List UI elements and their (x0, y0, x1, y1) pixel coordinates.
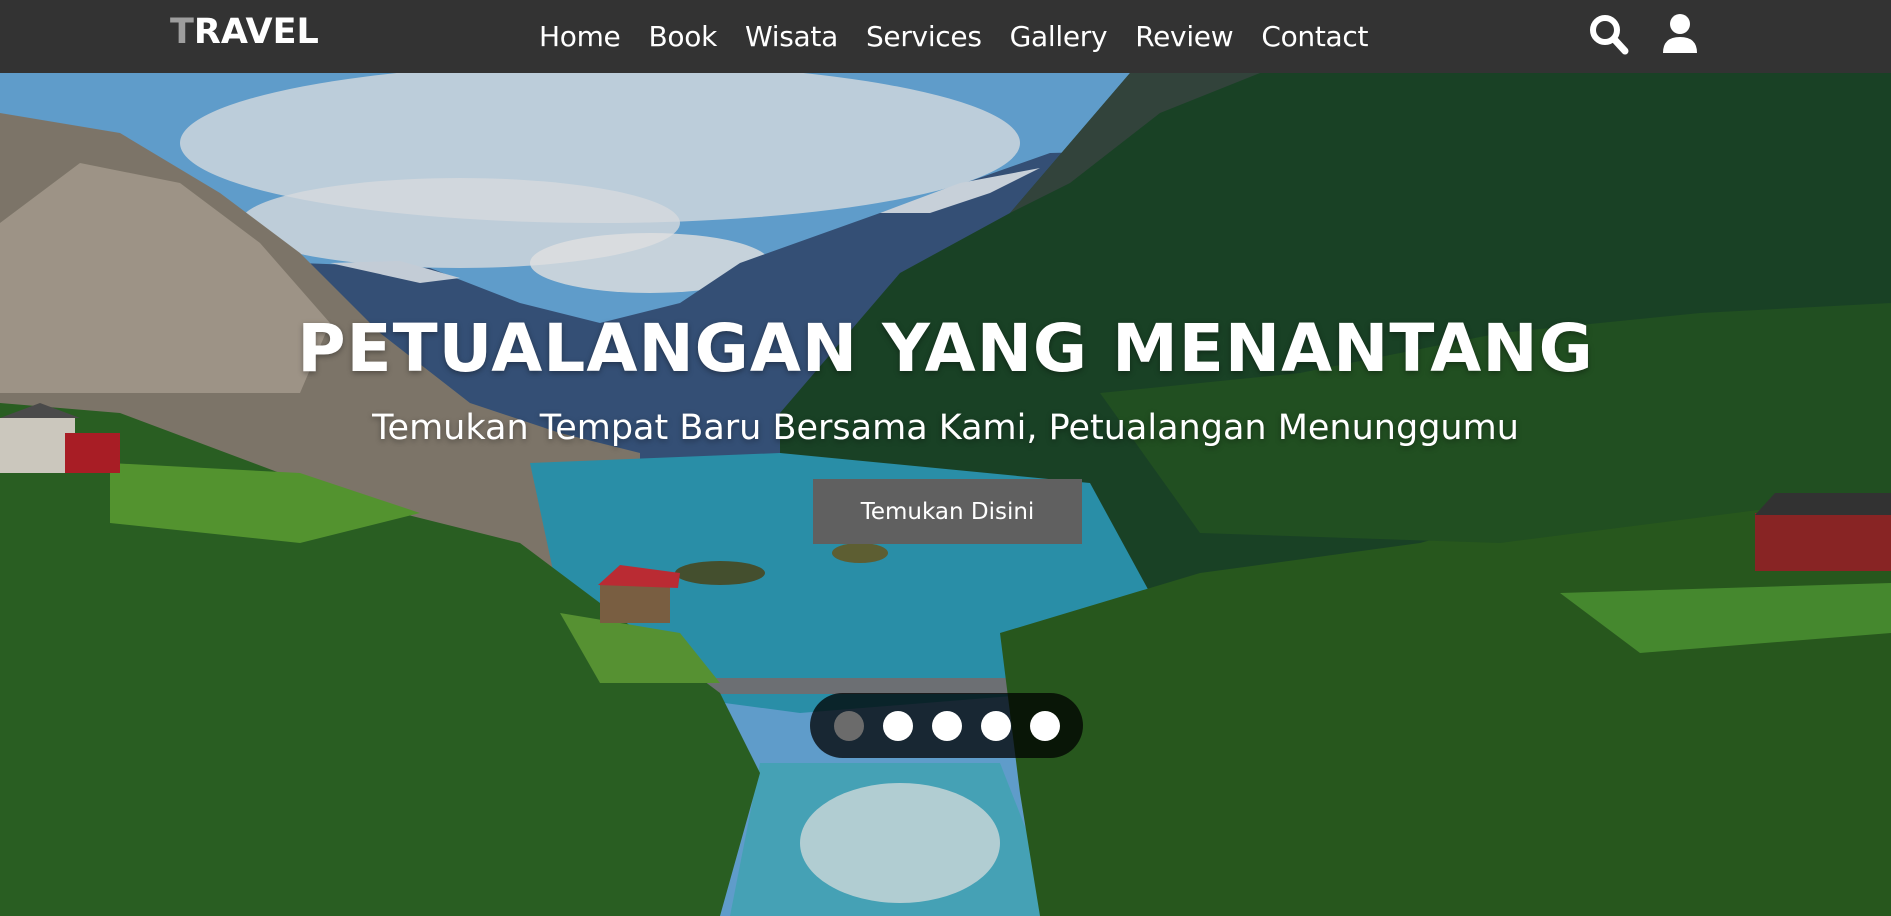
hero-section: PETUALANGAN YANG MENANTANG Temukan Tempa… (0, 73, 1891, 916)
slider-dot-1[interactable] (833, 710, 864, 741)
nav-link-review[interactable]: Review (1135, 20, 1233, 53)
user-icon[interactable] (1660, 13, 1700, 55)
hero-title: PETUALANGAN YANG MENANTANG (297, 310, 1594, 387)
brand-logo-first-letter: T (170, 12, 194, 52)
find-here-button[interactable]: Temukan Disini (813, 479, 1082, 544)
main-nav: Home Book Wisata Services Gallery Review… (539, 0, 1368, 73)
nav-link-contact[interactable]: Contact (1261, 20, 1368, 53)
nav-link-book[interactable]: Book (649, 20, 718, 53)
search-icon[interactable] (1589, 13, 1629, 55)
slider-dot-4[interactable] (980, 710, 1011, 741)
nav-link-wisata[interactable]: Wisata (745, 20, 838, 53)
nav-link-services[interactable]: Services (866, 20, 982, 53)
top-navbar: TRAVEL Home Book Wisata Services Gallery… (0, 0, 1891, 73)
brand-logo[interactable]: TRAVEL (170, 12, 319, 52)
hero-subtitle: Temukan Tempat Baru Bersama Kami, Petual… (372, 408, 1519, 448)
nav-link-gallery[interactable]: Gallery (1010, 20, 1108, 53)
slider-dot-5[interactable] (1029, 710, 1060, 741)
slider-pagination (810, 693, 1083, 758)
slider-dot-2[interactable] (882, 710, 913, 741)
brand-logo-rest: RAVEL (193, 12, 319, 52)
slider-dot-3[interactable] (931, 710, 962, 741)
nav-link-home[interactable]: Home (539, 20, 621, 53)
